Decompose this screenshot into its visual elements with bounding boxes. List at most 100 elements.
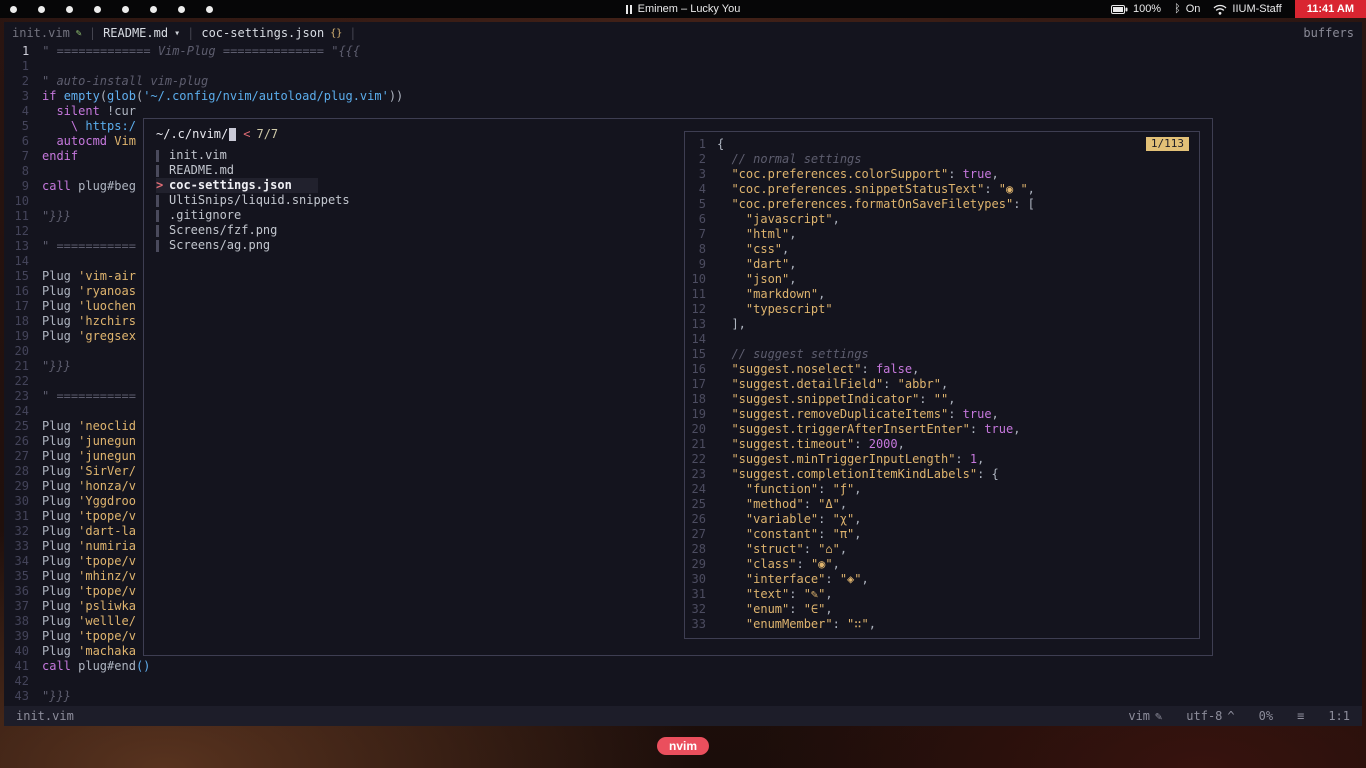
menu-bar: Eminem – Lucky You 100% ᛒ On IIUM-Staff …	[0, 0, 1366, 18]
preview-scroll-badge: 1/113	[1145, 137, 1189, 151]
line-number: 11	[691, 287, 706, 301]
code-line: 42	[4, 674, 1362, 689]
code-line: 2 " auto-install vim-plug	[4, 74, 1362, 89]
fzf-item[interactable]: init.vim	[156, 148, 227, 163]
code-line: 31 "text": "✎",	[685, 587, 1199, 602]
menubar-app-dot-icon[interactable]	[94, 5, 101, 13]
menubar-app-dot-icon[interactable]	[206, 5, 213, 13]
battery-percent: 100%	[1132, 3, 1162, 15]
line-number: 8	[21, 164, 29, 178]
bluetooth-status[interactable]: ᛒ On	[1174, 3, 1200, 15]
menubar-app-dot-icon[interactable]	[178, 5, 185, 13]
fzf-item-label: Screens/fzf.png	[169, 223, 278, 237]
fzf-gutter-bar	[156, 209, 159, 222]
line-number: 1	[22, 44, 30, 58]
tab-init.vim[interactable]: init.vim ✎	[12, 26, 82, 40]
fzf-item[interactable]: README.md	[156, 163, 234, 178]
code-line: 1{	[685, 137, 1199, 152]
line-number: 26	[14, 434, 29, 448]
line-number: 16	[14, 284, 29, 298]
line-number: 33	[14, 539, 29, 553]
menubar-app-dot-icon[interactable]	[122, 5, 129, 13]
line-number: 22	[14, 374, 29, 388]
fzf-gutter-bar	[156, 164, 159, 177]
code-line: 14	[685, 332, 1199, 347]
line-number: 37	[14, 599, 29, 613]
workspace-pill[interactable]: nvim	[656, 737, 710, 755]
line-number: 9	[21, 179, 29, 193]
line-number: 2	[698, 152, 706, 166]
line-number: 18	[14, 314, 29, 328]
line-number: 28	[14, 464, 29, 478]
line-number: 40	[14, 644, 29, 658]
code-line: 3 "coc.preferences.colorSupport": true,	[685, 167, 1199, 182]
line-number: 1	[21, 59, 29, 73]
code-line: 23 "suggest.completionItemKindLabels": {	[685, 467, 1199, 482]
line-number: 23	[691, 467, 706, 481]
preview-code: 1{2 // normal settings 3 "coc.preferences…	[685, 137, 1199, 632]
now-playing-label: Eminem – Lucky You	[637, 3, 741, 15]
line-number: 34	[14, 554, 29, 568]
line-number: 39	[14, 629, 29, 643]
line-number: 38	[14, 614, 29, 628]
line-number: 25	[691, 497, 706, 511]
code-line: 8 "css",	[685, 242, 1199, 257]
code-line: 5 "coc.preferences.formatOnSaveFiletypes…	[685, 197, 1199, 212]
code-line: 6 "javascript",	[685, 212, 1199, 227]
line-number: 30	[14, 494, 29, 508]
line-number: 36	[14, 584, 29, 598]
line-number: 6	[21, 134, 29, 148]
line-number: 21	[691, 437, 706, 451]
line-number: 19	[691, 407, 706, 421]
statusline-cursor-position: 1:1	[1328, 709, 1350, 723]
menubar-app-dot-icon[interactable]	[150, 5, 157, 13]
menubar-app-dot-icon[interactable]	[10, 5, 17, 13]
wifi-status[interactable]: IIUM-Staff	[1213, 3, 1282, 15]
line-number: 24	[691, 482, 706, 496]
line-number: 24	[14, 404, 29, 418]
fzf-gutter-bar	[156, 239, 159, 252]
code-line: 12 "typescript"	[685, 302, 1199, 317]
tab-separator: |	[349, 26, 357, 40]
fzf-item[interactable]: Screens/fzf.png	[156, 223, 277, 238]
fzf-item[interactable]: UltiSnips/liquid.snippets	[156, 193, 350, 208]
fzf-item[interactable]: .gitignore	[156, 208, 241, 223]
code-line: 19 "suggest.removeDuplicateItems": true,	[685, 407, 1199, 422]
line-number: 29	[14, 479, 29, 493]
tab-label: init.vim	[12, 26, 70, 40]
line-number: 6	[698, 212, 706, 226]
fzf-match-counter: 7/7	[256, 127, 279, 141]
statusline-filetype: vim ✎	[1128, 709, 1163, 723]
tab-README.md[interactable]: README.md ▾	[103, 26, 180, 40]
code-line: 30 "interface": "◈",	[685, 572, 1199, 587]
code-line: 7 "html",	[685, 227, 1199, 242]
text-cursor	[229, 128, 237, 141]
line-number: 43	[14, 689, 29, 703]
line-number: 3	[698, 167, 706, 181]
fzf-item[interactable]: Screens/ag.png	[156, 238, 270, 253]
line-number: 32	[691, 602, 706, 616]
menubar-app-dot-icon[interactable]	[66, 5, 73, 13]
clock[interactable]: 11:41 AM	[1294, 0, 1366, 18]
line-number: 8	[698, 242, 706, 256]
code-line: 24 "function": "ƒ",	[685, 482, 1199, 497]
menubar-app-dot-icon[interactable]	[38, 5, 45, 13]
code-line: 13 ],	[685, 317, 1199, 332]
fzf-item[interactable]: > coc-settings.json	[156, 178, 318, 193]
fzf-pointer-icon: >	[156, 178, 164, 192]
code-line: 9 "dart",	[685, 257, 1199, 272]
battery-status[interactable]: 100%	[1110, 3, 1162, 15]
line-number: 27	[691, 527, 706, 541]
code-line: 41 call plug#end()	[4, 659, 1362, 674]
tab-coc-settings.json[interactable]: coc-settings.json {}	[201, 26, 342, 40]
fzf-gutter-bar	[156, 224, 159, 237]
line-number: 4	[21, 104, 29, 118]
code-line: 32 "enum": "∈",	[685, 602, 1199, 617]
code-line: 17 "suggest.detailField": "abbr",	[685, 377, 1199, 392]
fzf-preview-pane: 1/113 1{2 // normal settings 3 "coc.prefe…	[684, 131, 1200, 639]
line-number: 13	[691, 317, 706, 331]
code-line: 22 "suggest.minTriggerInputLength": 1,	[685, 452, 1199, 467]
line-number: 16	[691, 362, 706, 376]
line-number: 22	[691, 452, 706, 466]
line-number: 30	[691, 572, 706, 586]
